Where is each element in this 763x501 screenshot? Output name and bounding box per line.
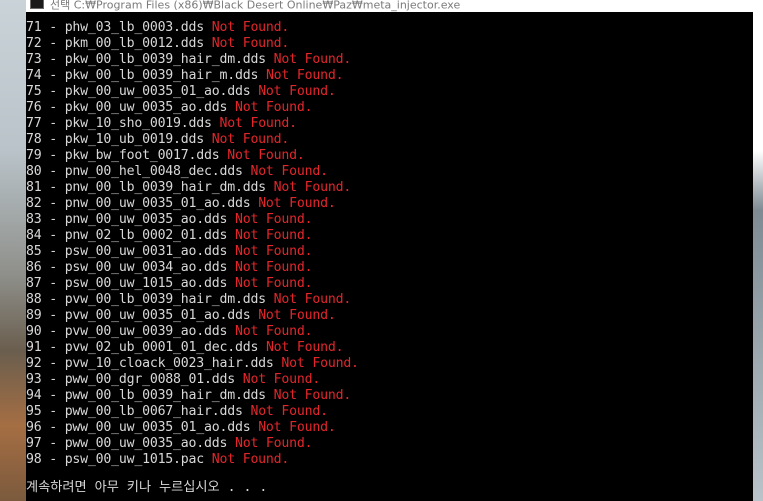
console-line: 83 - pnw_00_uw_0035_ao.dds Not Found. [26,212,359,228]
console-line-status: Not Found. [227,148,305,163]
console-line-text: 95 - pww_00_lb_0067_hair.dds [26,404,251,419]
console-line-text: 83 - pnw_00_uw_0035_ao.dds [26,212,235,227]
console-line-text: 77 - pkw_10_sho_0019.dds [26,116,220,131]
console-line-status: Not Found. [281,356,359,371]
console-line: 73 - pkw_00_lb_0039_hair_dm.dds Not Foun… [26,52,359,68]
console-line-status: Not Found. [250,404,328,419]
console-line: 95 - pww_00_lb_0067_hair.dds Not Found. [26,404,359,420]
console-line-text: 76 - pkw_00_uw_0035_ao.dds [26,100,235,115]
console-line-status: Not Found. [273,52,352,67]
console-line-status: Not Found. [234,436,313,451]
console-line: 80 - pnw_00_hel_0048_dec.dds Not Found. [26,164,359,180]
console-line-text: 96 - pww_00_uw_0035_01_ao.dds [26,420,259,435]
console-line: 76 - pkw_00_uw_0035_ao.dds Not Found. [26,100,359,116]
console-line-status: Not Found. [211,452,290,467]
console-line: 79 - pkw_bw_foot_0017.dds Not Found. [26,148,359,164]
console-line-status: Not Found. [234,228,313,243]
console-line: 84 - pnw_02_lb_0002_01.dds Not Found. [26,228,359,244]
console-line: 77 - pkw_10_sho_0019.dds Not Found. [26,116,359,132]
console-line-status: Not Found. [219,116,298,131]
console-line-status: Not Found. [250,164,328,179]
console-line: 71 - phw_03_lb_0003.dds Not Found. [26,20,359,36]
console-line: 74 - pkw_00_lb_0039_hair_m.dds Not Found… [26,68,359,84]
console-line: 87 - psw_00_uw_1015_ao.dds Not Found. [26,276,359,292]
console-line-status: Not Found. [273,292,352,307]
console-line-text: 82 - pnw_00_uw_0035_01_ao.dds [26,196,259,211]
console-line: 93 - pww_00_dgr_0088_01.dds Not Found. [26,372,359,388]
console-line-text: 98 - psw_00_uw_1015.pac [26,452,212,467]
console-line: 97 - pww_00_uw_0035_ao.dds Not Found. [26,436,359,452]
console-line-status: Not Found. [234,212,313,227]
console-line-text: 78 - pkw_10_ub_0019.dds [26,132,212,147]
console-window[interactable]: 71 - phw_03_lb_0003.dds Not Found. 72 - p… [26,12,753,501]
window-title: 선택 C:₩Program Files (x86)₩Black Desert O… [50,0,461,12]
console-line-status: Not Found. [234,260,313,275]
console-line: 78 - pkw_10_ub_0019.dds Not Found. [26,132,359,148]
console-line-text: 87 - psw_00_uw_1015_ao.dds [26,276,235,291]
desktop-wallpaper-right [753,0,763,501]
console-line: 88 - pvw_00_lb_0039_hair_dm.dds Not Foun… [26,292,359,308]
console-line: 72 - pkm_00_lb_0012.dds Not Found. [26,36,359,52]
console-line-text: 75 - pkw_00_uw_0035_01_ao.dds [26,84,259,99]
console-line-text: 71 - phw_03_lb_0003.dds [26,20,212,35]
console-line-text: 72 - pkm_00_lb_0012.dds [26,36,212,51]
console-line-text: 92 - pvw_10_cloack_0023_hair.dds [26,356,282,371]
console-line-text: 88 - pvw_00_lb_0039_hair_dm.dds [26,292,274,307]
console-line: 85 - psw_00_uw_0031_ao.dds Not Found. [26,244,359,260]
console-line-text: 86 - psw_00_uw_0034_ao.dds [26,260,235,275]
console-line-text: 85 - psw_00_uw_0031_ao.dds [26,244,235,259]
desktop-wallpaper [0,0,26,501]
console-line-status: Not Found. [273,180,352,195]
console-line-text: 91 - pvw_02_ub_0001_01_dec.dds [26,340,266,355]
console-line-status: Not Found. [258,196,336,211]
window-titlebar[interactable]: 선택 C:₩Program Files (x86)₩Black Desert O… [26,0,753,12]
console-line-text: 90 - pvw_00_uw_0039_ao.dds [26,324,235,339]
console-line-status: Not Found. [265,68,344,83]
console-line: 89 - pvw_00_uw_0035_01_ao.dds Not Found. [26,308,359,324]
console-line-text: 84 - pnw_02_lb_0002_01.dds [26,228,235,243]
console-output: 71 - phw_03_lb_0003.dds Not Found. 72 - p… [26,20,359,468]
console-line-status: Not Found. [258,308,336,323]
console-line: 86 - psw_00_uw_0034_ao.dds Not Found. [26,260,359,276]
console-line-text: 73 - pkw_00_lb_0039_hair_dm.dds [26,52,274,67]
console-line-text: 74 - pkw_00_lb_0039_hair_m.dds [26,68,266,83]
console-line: 98 - psw_00_uw_1015.pac Not Found. [26,452,359,468]
console-line: 91 - pvw_02_ub_0001_01_dec.dds Not Found… [26,340,359,356]
console-line: 94 - pww_00_lb_0039_hair_dm.dds Not Foun… [26,388,359,404]
console-app-icon [30,0,44,9]
console-line-status: Not Found. [258,84,336,99]
console-line-status: Not Found. [211,20,290,35]
console-line: 81 - pnw_00_lb_0039_hair_dm.dds Not Foun… [26,180,359,196]
console-line-status: Not Found. [258,420,336,435]
console-line-status: Not Found. [234,324,313,339]
console-line: 92 - pvw_10_cloack_0023_hair.dds Not Fou… [26,356,359,372]
console-line-status: Not Found. [234,100,313,115]
console-line: 96 - pww_00_uw_0035_01_ao.dds Not Found. [26,420,359,436]
console-line-status: Not Found. [242,372,321,387]
console-line-status: Not Found. [234,244,313,259]
console-line-text: 93 - pww_00_dgr_0088_01.dds [26,372,243,387]
console-line-text: 81 - pnw_00_lb_0039_hair_dm.dds [26,180,274,195]
console-line-text: 80 - pnw_00_hel_0048_dec.dds [26,164,251,179]
console-prompt: 계속하려면 아무 키나 누르십시오 . . . [26,480,268,495]
console-line-status: Not Found. [273,388,352,403]
console-line-status: Not Found. [234,276,313,291]
console-line-text: 97 - pww_00_uw_0035_ao.dds [26,436,235,451]
console-line-status: Not Found. [211,132,290,147]
console-line-status: Not Found. [265,340,344,355]
console-line-status: Not Found. [211,36,290,51]
console-line-text: 94 - pww_00_lb_0039_hair_dm.dds [26,388,274,403]
console-line-text: 89 - pvw_00_uw_0035_01_ao.dds [26,308,259,323]
console-line: 82 - pnw_00_uw_0035_01_ao.dds Not Found. [26,196,359,212]
console-line-text: 79 - pkw_bw_foot_0017.dds [26,148,228,163]
console-line: 75 - pkw_00_uw_0035_01_ao.dds Not Found. [26,84,359,100]
console-line: 90 - pvw_00_uw_0039_ao.dds Not Found. [26,324,359,340]
